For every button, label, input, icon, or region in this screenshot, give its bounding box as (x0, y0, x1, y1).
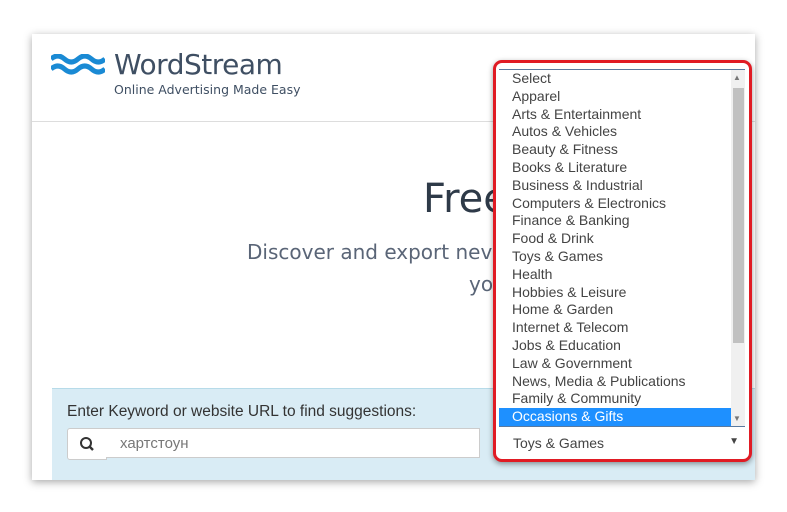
dropdown-option[interactable]: Apparel (499, 88, 718, 106)
dropdown-option[interactable]: Internet & Telecom (499, 319, 718, 337)
page-subtitle-line2: yo (469, 272, 494, 296)
scrollbar-thumb[interactable] (733, 88, 744, 343)
scroll-down-icon[interactable]: ▼ (733, 414, 741, 423)
dropdown-option[interactable]: Law & Government (499, 355, 718, 373)
dropdown-option[interactable]: Finance & Banking (499, 212, 718, 230)
category-select[interactable]: Toys & Games ▼ (499, 428, 745, 458)
page-subtitle: Discover and export nev (247, 240, 493, 264)
dropdown-option[interactable]: News, Media & Publications (499, 373, 718, 391)
dropdown-option[interactable]: Toys & Games (499, 248, 718, 266)
dropdown-option[interactable]: Computers & Electronics (499, 195, 718, 213)
dropdown-option[interactable]: Beauty & Fitness (499, 141, 718, 159)
dropdown-option[interactable]: Food & Drink (499, 230, 718, 248)
dropdown-option[interactable]: Jobs & Education (499, 337, 718, 355)
dropdown-option[interactable]: Family & Community (499, 390, 718, 408)
chevron-down-icon: ▼ (729, 436, 739, 447)
search-label: Enter Keyword or website URL to find sug… (67, 403, 417, 420)
scrollbar[interactable]: ▲ ▼ (731, 70, 745, 426)
dropdown-option[interactable]: Select (499, 70, 718, 88)
scroll-up-icon[interactable]: ▲ (733, 73, 741, 82)
dropdown-option[interactable]: Occasions & Gifts (499, 408, 732, 426)
search-icon (80, 437, 94, 451)
dropdown-option[interactable]: Hobbies & Leisure (499, 284, 718, 302)
dropdown-option[interactable]: Business & Industrial (499, 177, 718, 195)
dropdown-option[interactable]: Home & Garden (499, 301, 718, 319)
dropdown-option[interactable]: Autos & Vehicles (499, 123, 718, 141)
search-button[interactable] (67, 428, 107, 460)
dropdown-option[interactable]: Arts & Entertainment (499, 106, 718, 124)
keyword-input[interactable] (106, 428, 480, 458)
category-select-value: Toys & Games (513, 435, 605, 451)
wordstream-logo-icon[interactable] (51, 54, 105, 84)
category-dropdown-list[interactable]: Select Apparel Arts & Entertainment Autos &… (499, 69, 745, 427)
brand-name[interactable]: WordStream (114, 48, 283, 81)
dropdown-option[interactable]: Health (499, 266, 718, 284)
dropdown-option[interactable]: Books & Literature (499, 159, 718, 177)
brand-tagline: Online Advertising Made Easy (114, 82, 301, 97)
